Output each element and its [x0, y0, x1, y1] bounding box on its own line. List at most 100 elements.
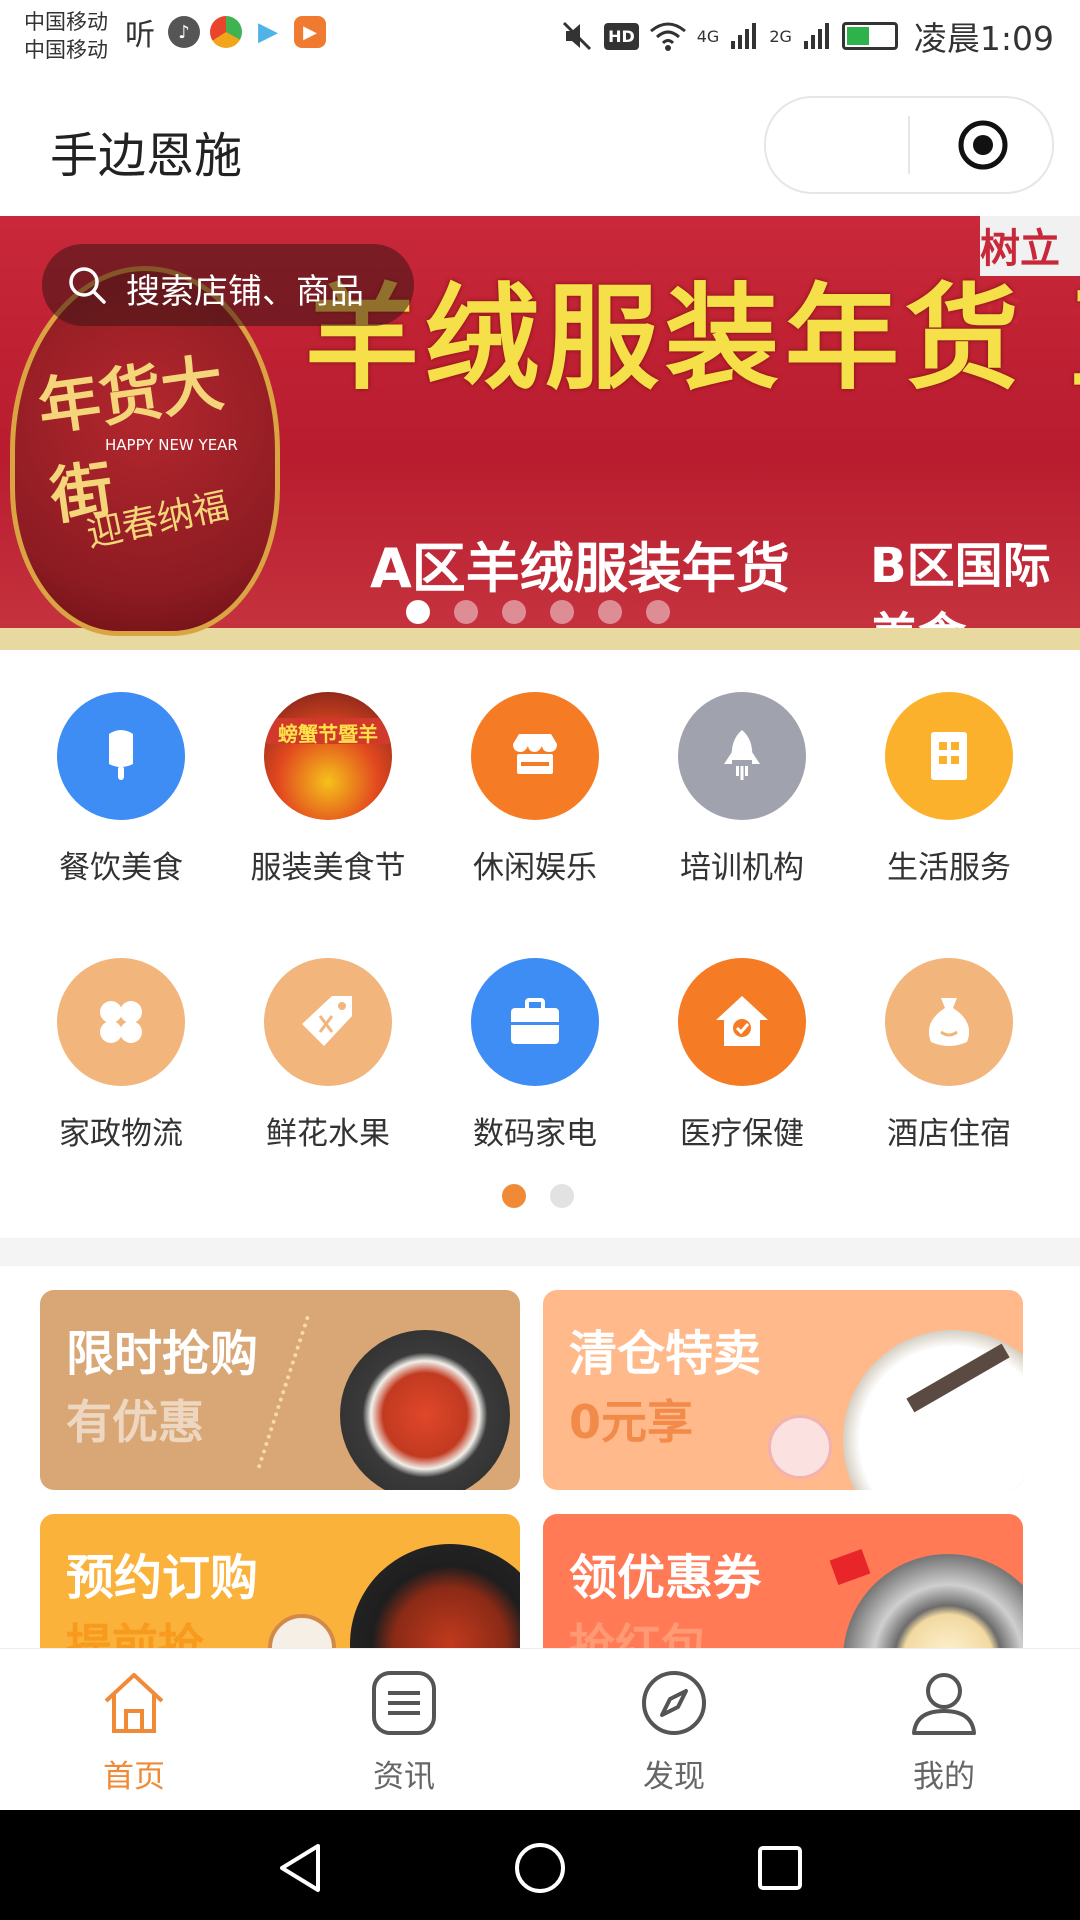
category-healthcare[interactable]: 医疗保健 [657, 958, 827, 1153]
promo-subtitle: 0元享 [569, 1395, 694, 1449]
compass-icon [642, 1671, 706, 1735]
category-life-services[interactable]: 生活服务 [864, 692, 1034, 887]
promo-title: 预约订购 [66, 1550, 259, 1606]
user-icon [912, 1673, 976, 1735]
tab-label: 发现 [643, 1759, 705, 1795]
category-flowers-fruits[interactable]: 鲜花水果 [243, 958, 413, 1153]
money-bag-icon [885, 958, 1013, 1086]
promo-coupons[interactable]: 领优惠券 抢红包 [543, 1514, 1023, 1648]
clock: 凌晨1:09 [913, 19, 1054, 58]
miniprogram-capsule [764, 96, 1054, 194]
promo-title: 清仓特卖 [569, 1326, 762, 1382]
carousel-indicator [406, 600, 670, 624]
system-status: HD 4G 2G 凌晨1:09 [560, 12, 1054, 60]
signal-type-label: 2G [769, 26, 792, 46]
category-hotels[interactable]: 酒店住宿 [864, 958, 1034, 1153]
wifi-icon [649, 22, 686, 51]
promo-subtitle: 抢红包 [569, 1619, 707, 1648]
category-label: 服装美食节 [250, 850, 406, 886]
carousel-dot[interactable] [646, 600, 670, 624]
section-divider [0, 1238, 1080, 1266]
tab-label: 资讯 [373, 1759, 435, 1795]
player-app-icon: ▶ [294, 16, 326, 48]
browser-app-icon [210, 16, 242, 48]
tab-profile[interactable]: 我的 [844, 1667, 1044, 1796]
shop-icon [471, 692, 599, 820]
search-input[interactable]: 搜索店铺、商品 [42, 244, 414, 326]
category-label: 休闲娱乐 [473, 850, 597, 886]
system-navigation-bar [0, 1810, 1080, 1920]
category-label: 医疗保健 [680, 1116, 804, 1152]
search-icon [69, 267, 106, 304]
signal-icon [803, 23, 829, 49]
tab-news[interactable]: 资讯 [304, 1667, 504, 1796]
food-bowl-image [340, 1330, 510, 1490]
tag-icon [264, 958, 392, 1086]
carrier-label: 中国移动 [24, 38, 108, 62]
page-dot[interactable] [550, 1184, 574, 1208]
bottom-tab-bar: 首页 资讯 发现 我的 [0, 1648, 1080, 1811]
video-app-icon: ▶ [252, 16, 284, 48]
emblem-subtitle: HAPPY NEW YEAR [105, 436, 238, 454]
promo-preorder[interactable]: 预约订购 提前抢 [40, 1514, 520, 1648]
category-page-indicator [502, 1184, 574, 1208]
carousel-dot[interactable] [406, 600, 430, 624]
carousel-dot[interactable] [502, 600, 526, 624]
capsule-divider [908, 116, 910, 174]
house-heart-icon [678, 958, 806, 1086]
category-dining[interactable]: 餐饮美食 [36, 692, 206, 887]
carrier-label: 中国移动 [24, 10, 108, 34]
category-training[interactable]: 培训机构 [657, 692, 827, 887]
category-leisure[interactable]: 休闲娱乐 [450, 692, 620, 887]
signal-icon [731, 23, 757, 49]
battery-icon [841, 22, 898, 50]
popcorn-wheel-image [843, 1554, 1023, 1648]
building-icon [885, 692, 1013, 820]
small-bowl-image [268, 1614, 336, 1648]
recents-button[interactable] [752, 1840, 808, 1896]
category-label: 酒店住宿 [887, 1116, 1011, 1152]
category-fashion-food-festival[interactable]: 螃蟹节暨羊 服装美食节 [243, 692, 413, 887]
home-button[interactable] [512, 1840, 568, 1896]
status-bar: 中国移动 中国移动 听 ♪ ▶ ▶ HD 4G 2G 凌晨1:09 [0, 0, 1080, 72]
category-label: 生活服务 [887, 850, 1011, 886]
promo-subtitle: 提前抢 [66, 1619, 204, 1648]
page-dot[interactable] [502, 1184, 526, 1208]
red-envelope-icon [829, 1548, 871, 1586]
promo-flash-sale[interactable]: 限时抢购 有优惠 [40, 1290, 520, 1490]
small-dish-image [768, 1415, 832, 1479]
promo-title: 领优惠券 [569, 1550, 762, 1606]
rocket-icon [678, 692, 806, 820]
crab-dish-image [350, 1544, 520, 1648]
carousel-dot[interactable] [598, 600, 622, 624]
banner-main-text: 羊绒服装年货 直销展欢迎您 [305, 272, 1080, 405]
promo-clearance[interactable]: 清仓特卖 0元享 [543, 1290, 1023, 1490]
tab-discover[interactable]: 发现 [574, 1667, 774, 1796]
news-icon [372, 1671, 436, 1735]
category-label: 数码家电 [473, 1116, 597, 1152]
category-label: 鲜花水果 [266, 1116, 390, 1152]
festival-photo: 螃蟹节暨羊 [264, 692, 392, 820]
notification-icons: 听 ♪ ▶ ▶ [122, 16, 326, 53]
close-miniprogram-button[interactable] [956, 118, 1010, 172]
category-label: 家政物流 [59, 1116, 183, 1152]
signal-type-label: 4G [696, 26, 720, 46]
category-digital-appliances[interactable]: 数码家电 [450, 958, 620, 1153]
more-menu-button[interactable] [796, 120, 966, 170]
banner-carousel[interactable]: 树立企 羊绒服装年货 直销展欢迎您 A区羊绒服装年货 B区国际美食 年货大街 H… [0, 216, 1080, 650]
briefcase-icon [471, 958, 599, 1086]
clover-icon [57, 958, 185, 1086]
tab-home[interactable]: 首页 [34, 1667, 234, 1796]
promo-title: 限时抢购 [66, 1326, 259, 1382]
listen-app-icon: 听 [122, 16, 158, 53]
home-icon [104, 1673, 164, 1733]
carousel-dot[interactable] [454, 600, 478, 624]
category-housekeeping[interactable]: 家政物流 [36, 958, 206, 1153]
back-button[interactable] [272, 1840, 328, 1896]
promo-subtitle: 有优惠 [66, 1395, 204, 1449]
banner-sub-text: A区羊绒服装年货 [370, 537, 790, 600]
tab-label: 我的 [913, 1759, 975, 1795]
carousel-dot[interactable] [550, 600, 574, 624]
category-label: 培训机构 [680, 850, 804, 886]
hd-icon: HD [604, 22, 639, 50]
